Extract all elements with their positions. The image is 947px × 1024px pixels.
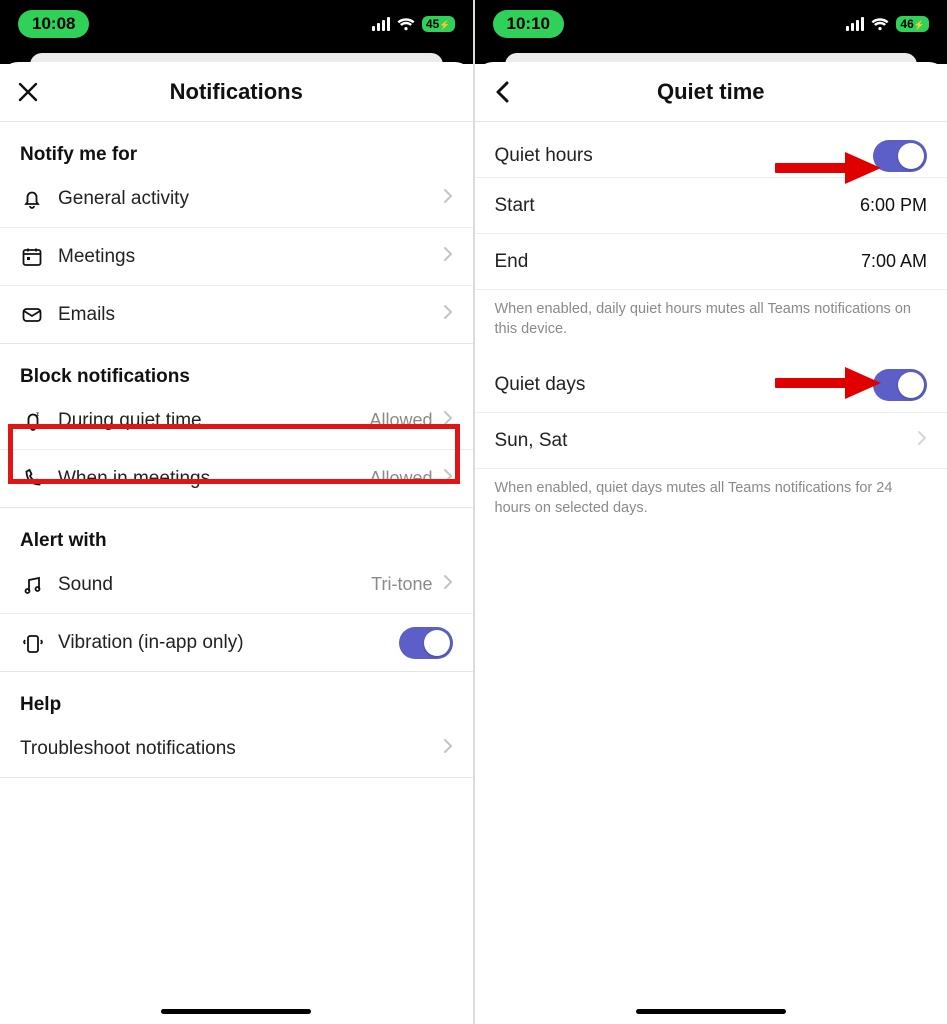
row-value: 7:00 AM (861, 251, 927, 272)
phone-icon (20, 467, 58, 491)
chevron-right-icon (443, 738, 453, 759)
row-label: Start (495, 195, 860, 217)
battery-indicator: 45⚡ (422, 16, 455, 32)
home-indicator (161, 1009, 311, 1014)
wifi-icon (870, 17, 890, 31)
section-block-title: Block notifications (0, 344, 473, 392)
cellular-icon (846, 17, 864, 31)
quiet-hours-toggle[interactable] (873, 140, 927, 172)
status-indicators: 46⚡ (846, 16, 929, 32)
row-label: Emails (58, 304, 443, 326)
calendar-icon (20, 245, 58, 269)
chevron-right-icon (443, 468, 453, 489)
row-label: General activity (58, 188, 443, 210)
row-emails[interactable]: Emails (0, 286, 473, 344)
row-label: Meetings (58, 246, 443, 268)
wifi-icon (396, 17, 416, 31)
row-troubleshoot[interactable]: Troubleshoot notifications (0, 720, 473, 778)
chevron-right-icon (443, 188, 453, 209)
bell-icon (20, 187, 58, 211)
row-label: Quiet hours (495, 145, 874, 167)
row-label: When in meetings (58, 468, 369, 490)
chevron-right-icon (443, 304, 453, 325)
page-title: Quiet time (531, 79, 892, 105)
row-meetings[interactable]: Meetings (0, 228, 473, 286)
page-header: Notifications (0, 62, 473, 122)
row-label: Troubleshoot notifications (20, 738, 443, 760)
section-alert-title: Alert with (0, 508, 473, 556)
status-time: 10:10 (493, 10, 564, 38)
chevron-right-icon (443, 410, 453, 431)
chevron-right-icon (917, 430, 927, 451)
row-when-in-meetings[interactable]: When in meetings Allowed (0, 450, 473, 508)
chevron-right-icon (443, 574, 453, 595)
row-during-quiet-time[interactable]: z During quiet time Allowed (0, 392, 473, 450)
vibration-toggle[interactable] (399, 627, 453, 659)
row-value: Tri-tone (371, 574, 432, 595)
row-quiet-hours-end[interactable]: End 7:00 AM (475, 234, 947, 290)
snooze-bell-icon: z (20, 408, 58, 434)
cellular-icon (372, 17, 390, 31)
close-icon (17, 81, 39, 103)
quiet-days-toggle[interactable] (873, 369, 927, 401)
row-quiet-days: Quiet days (475, 357, 947, 413)
chevron-left-icon (494, 80, 512, 104)
status-indicators: 45⚡ (372, 16, 455, 32)
row-vibration[interactable]: Vibration (in-app only) (0, 614, 473, 672)
quiet-hours-hint: When enabled, daily quiet hours mutes al… (475, 290, 947, 357)
row-quiet-hours: Quiet hours (475, 122, 947, 178)
back-button[interactable] (475, 64, 531, 120)
status-bar: 10:10 46⚡ (475, 0, 947, 48)
page-header: Quiet time (475, 62, 947, 122)
svg-text:z: z (36, 412, 39, 418)
screen-notifications: 10:08 45⚡ Notifications Notify me for (0, 0, 473, 1024)
mail-icon (20, 303, 58, 327)
row-general-activity[interactable]: General activity (0, 170, 473, 228)
section-notify-title: Notify me for (0, 122, 473, 170)
row-sound[interactable]: Sound Tri-tone (0, 556, 473, 614)
row-label: During quiet time (58, 410, 369, 432)
home-indicator (636, 1009, 786, 1014)
row-label: End (495, 251, 861, 273)
chevron-right-icon (443, 246, 453, 267)
row-label: Sun, Sat (495, 430, 918, 452)
page-title: Notifications (56, 79, 417, 105)
section-help-title: Help (0, 672, 473, 720)
status-time: 10:08 (18, 10, 89, 38)
row-quiet-hours-start[interactable]: Start 6:00 PM (475, 178, 947, 234)
row-label: Sound (58, 574, 371, 596)
music-icon (20, 573, 58, 597)
row-value: 6:00 PM (860, 195, 927, 216)
row-value: Allowed (369, 410, 432, 431)
screen-quiet-time: 10:10 46⚡ Quiet time Quiet hours Start (475, 0, 947, 1024)
row-label: Vibration (in-app only) (58, 632, 399, 654)
vibrate-icon (20, 630, 58, 656)
battery-indicator: 46⚡ (896, 16, 929, 32)
close-button[interactable] (0, 64, 56, 120)
row-value: Allowed (369, 468, 432, 489)
status-bar: 10:08 45⚡ (0, 0, 473, 48)
row-quiet-days-selected[interactable]: Sun, Sat (475, 413, 947, 469)
row-label: Quiet days (495, 374, 874, 396)
quiet-days-hint: When enabled, quiet days mutes all Teams… (475, 469, 947, 536)
